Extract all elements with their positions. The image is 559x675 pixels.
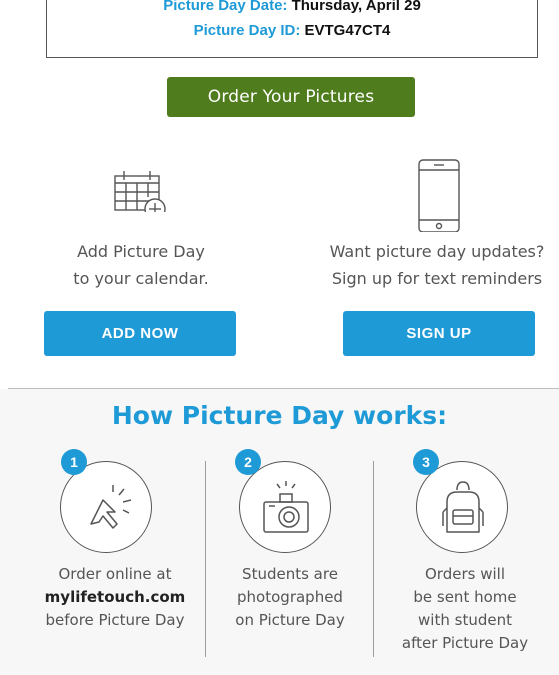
step3-number-badge: 3 [413, 449, 439, 475]
text-reminders-text: Want picture day updates? Sign up for te… [306, 238, 559, 292]
step2-line1: Students are [242, 565, 338, 583]
picture-day-date-value: Thursday, April 29 [291, 0, 421, 14]
how-picture-day-works-title: How Picture Day works: [111, 401, 448, 430]
step1-line3: before Picture Day [45, 611, 185, 629]
add-to-calendar-line1: Add Picture Day [77, 242, 205, 261]
step3-line4: after Picture Day [401, 634, 529, 652]
step3-text: Orders will be sent home with student af… [380, 563, 550, 655]
step1-line1: Order online at [58, 565, 172, 583]
sign-up-button[interactable]: SIGN UP [343, 311, 535, 356]
calendar-add-icon [10, 152, 272, 220]
picture-day-date-label: Picture Day Date: [163, 0, 288, 14]
step3-line1: Orders will [425, 565, 505, 583]
add-to-calendar-line2: to your calendar. [73, 269, 209, 288]
step2-line3: on Picture Day [235, 611, 345, 629]
step2-icon-circle [239, 461, 331, 553]
picture-day-id-label: Picture Day ID: [193, 22, 301, 39]
add-to-calendar-text: Add Picture Day to your calendar. [10, 238, 272, 292]
step2-text: Students are photographed on Picture Day [205, 563, 375, 632]
step2-line2: photographed [237, 588, 343, 606]
step-separator-2 [373, 461, 374, 657]
text-reminders-line2: Sign up for text reminders [331, 269, 543, 288]
cursor-click-icon [90, 485, 132, 529]
picture-day-id-line: Picture Day ID: EVTG47CT4 [47, 22, 537, 39]
backpack-icon [442, 481, 484, 533]
step2-number-badge: 2 [235, 449, 261, 475]
picture-day-date-line: Picture Day Date: Thursday, April 29 [47, 0, 537, 14]
smartphone-icon [306, 152, 559, 237]
camera-icon [263, 481, 309, 533]
add-now-button[interactable]: ADD NOW [44, 311, 236, 356]
step1-text: Order online at mylifetouch.com before P… [30, 563, 200, 632]
step1-number-badge: 1 [61, 449, 87, 475]
picture-day-info-box: Picture Day Date: Thursday, April 29 Pic… [46, 0, 538, 58]
step3-icon-circle [416, 461, 508, 553]
how-picture-day-works-section: How Picture Day works: 1 Order online at… [0, 389, 559, 675]
step3-line2: be sent home [413, 588, 517, 606]
step3-line3: with student [418, 611, 512, 629]
picture-day-id-value: EVTG47CT4 [304, 22, 391, 39]
text-reminders-line1: Want picture day updates? [329, 242, 545, 261]
mylifetouch-link[interactable]: mylifetouch.com [30, 586, 200, 609]
order-pictures-button[interactable]: Order Your Pictures [167, 77, 415, 117]
